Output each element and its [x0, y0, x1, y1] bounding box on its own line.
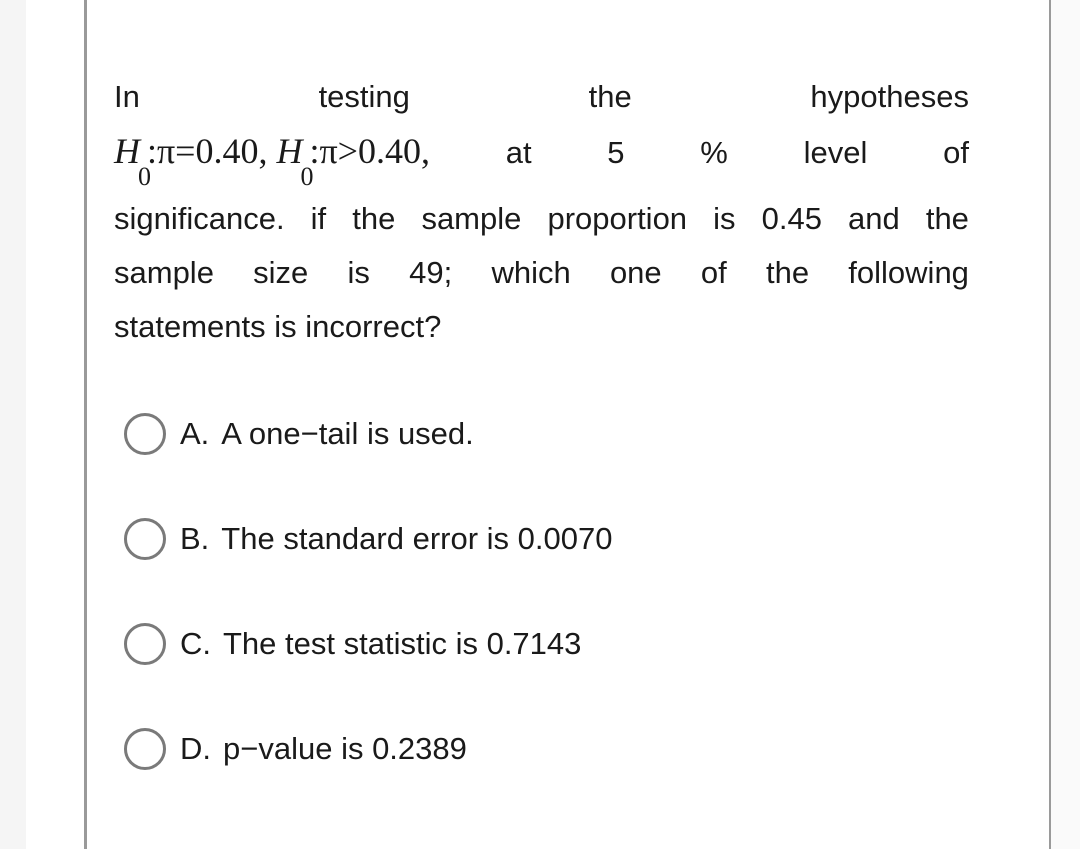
null-hypothesis-expression: :π=0.40, — [147, 131, 268, 171]
question-line-4: sample size is 49; which one of the foll… — [114, 246, 969, 300]
word: of — [943, 135, 969, 170]
word: one — [609, 255, 662, 290]
question-prose: significance. if the sample proportion i… — [114, 192, 969, 354]
word: the — [925, 201, 969, 236]
word: following — [848, 255, 969, 290]
alt-hypothesis-symbol: H — [276, 131, 303, 171]
option-a[interactable]: A. A one−tail is used. — [124, 408, 612, 460]
word: size — [253, 255, 309, 290]
word: 49; — [409, 255, 453, 290]
word: sample — [421, 201, 522, 236]
radio-button-icon[interactable] — [124, 623, 166, 665]
question-line-1: In testing the hypotheses — [114, 70, 969, 114]
option-text: A one−tail is used. — [221, 416, 474, 451]
question-line-2: H0:π=0.40, H0:π>0.40, at 5 % level of — [114, 124, 969, 191]
word: proportion — [547, 201, 688, 236]
option-text: p−value is 0.2389 — [223, 731, 467, 766]
option-text: The standard error is 0.0070 — [221, 521, 613, 556]
word: % — [700, 135, 728, 170]
word: the — [588, 79, 632, 114]
left-gutter — [0, 0, 26, 849]
radio-button-icon[interactable] — [124, 413, 166, 455]
question-line-5: statements is incorrect? — [114, 300, 969, 354]
question-line-3: significance. if the sample proportion i… — [114, 192, 969, 246]
word: In — [114, 79, 140, 114]
right-gutter — [1051, 0, 1080, 849]
option-c[interactable]: C. The test statistic is 0.7143 — [124, 618, 612, 670]
word: level — [803, 135, 868, 170]
word: at — [505, 135, 532, 170]
word: of — [700, 255, 727, 290]
card-border-left — [84, 0, 87, 849]
word: 5 — [607, 135, 625, 170]
question-end: statements is incorrect? — [114, 309, 442, 344]
null-hypothesis-subscript: 0 — [138, 162, 151, 191]
word: which — [491, 255, 571, 290]
option-letter: D. — [180, 731, 211, 766]
option-letter: C. — [180, 626, 211, 661]
answer-options: A. A one−tail is used. B. The standard e… — [124, 408, 612, 828]
word: is — [713, 201, 736, 236]
word: if — [310, 201, 327, 236]
question-text: In testing the hypotheses H0:π=0.40, H0:… — [114, 70, 969, 354]
alt-hypothesis-subscript: 0 — [300, 162, 314, 191]
null-hypothesis-symbol: H — [114, 131, 140, 171]
word: testing — [318, 79, 410, 114]
radio-button-icon[interactable] — [124, 728, 166, 770]
word: 0.45 — [761, 201, 822, 236]
option-text: The test statistic is 0.7143 — [223, 626, 582, 661]
word: significance. — [114, 201, 285, 236]
option-d[interactable]: D. p−value is 0.2389 — [124, 723, 612, 775]
radio-button-icon[interactable] — [124, 518, 166, 560]
option-letter: B. — [180, 521, 210, 556]
option-b[interactable]: B. The standard error is 0.0070 — [124, 513, 612, 565]
word: the — [765, 255, 810, 290]
hypotheses-formula: H0:π=0.40, H0:π>0.40, — [114, 124, 430, 191]
word: hypotheses — [810, 79, 969, 114]
word: the — [352, 201, 396, 236]
option-letter: A. — [180, 416, 210, 451]
alt-hypothesis-expression: :π>0.40, — [309, 131, 430, 171]
word: and — [848, 201, 900, 236]
word: is — [347, 255, 370, 290]
word: sample — [114, 255, 214, 290]
